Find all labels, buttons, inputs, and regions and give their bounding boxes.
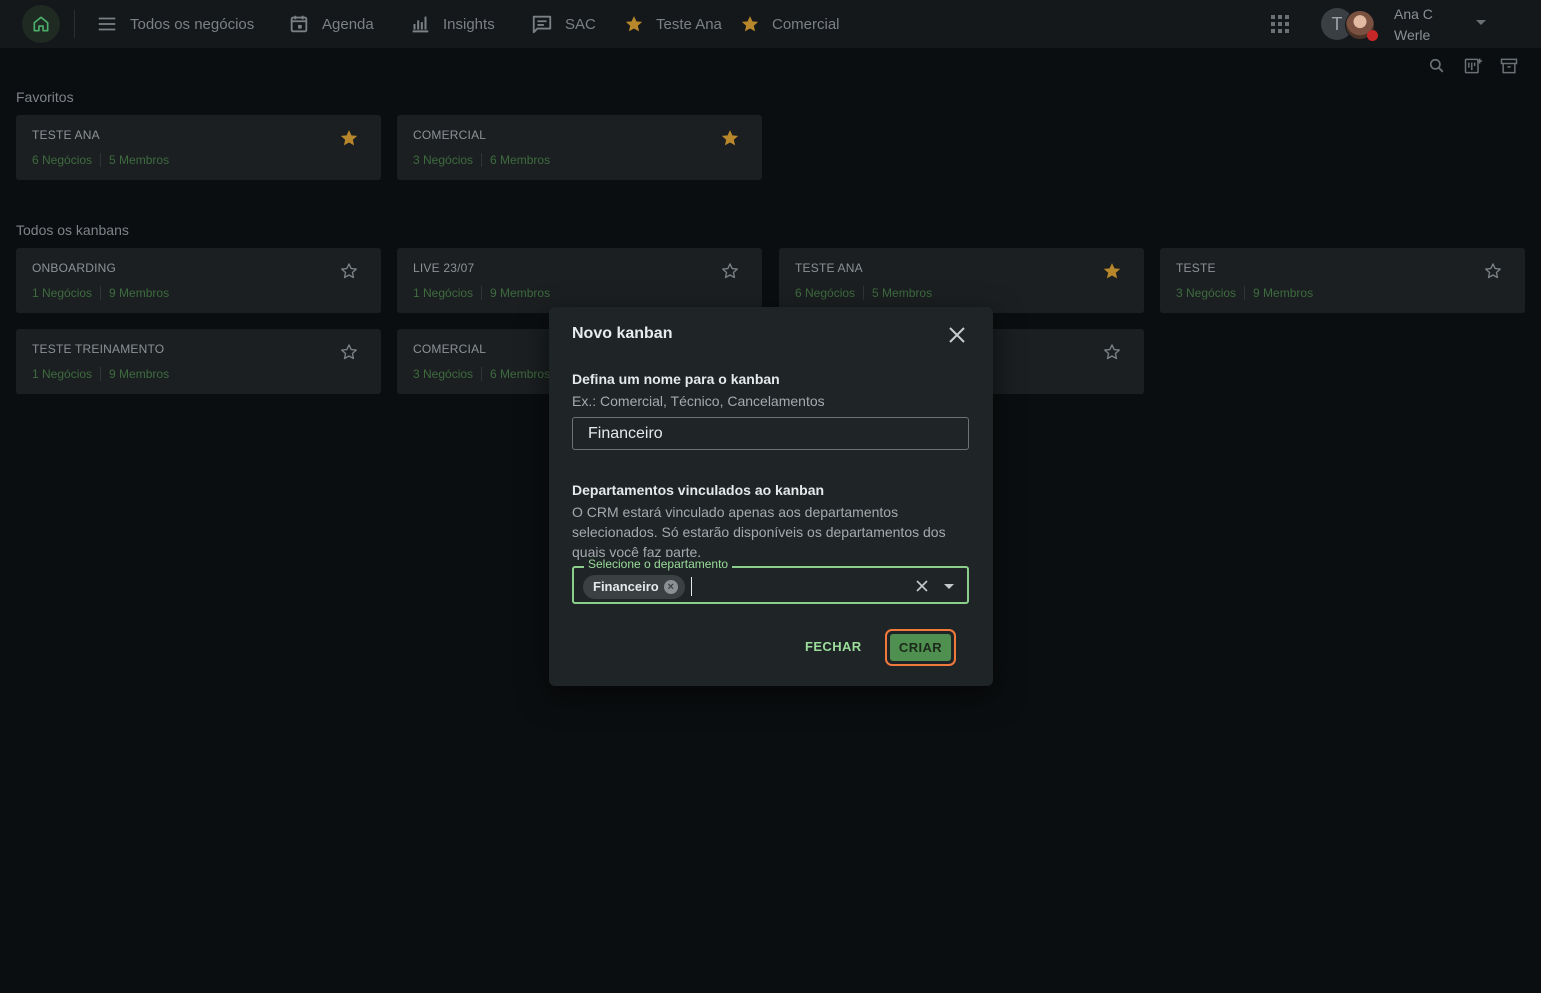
deals-count: 6 Negócios bbox=[32, 153, 93, 167]
star-outline-icon[interactable] bbox=[1483, 261, 1503, 281]
status-indicator bbox=[1367, 30, 1378, 41]
star-filled-icon[interactable] bbox=[720, 128, 740, 148]
members-count: 9 Membros bbox=[1253, 286, 1314, 300]
card-title: COMERCIAL bbox=[413, 128, 487, 142]
nav-label: Insights bbox=[443, 15, 495, 33]
deals-count: 1 Negócios bbox=[32, 286, 93, 300]
kanban-card[interactable]: ONBOARDING 1 Negócios 9 Membros bbox=[16, 248, 381, 313]
all-kanbans-section-title: Todos os kanbans bbox=[16, 222, 129, 238]
star-outline-icon[interactable] bbox=[720, 261, 740, 281]
card-meta: 3 Negócios 6 Membros bbox=[413, 367, 550, 381]
name-field-label: Defina um nome para o kanban bbox=[572, 371, 780, 387]
nav-label: SAC bbox=[565, 15, 596, 33]
dept-field-help: O CRM estará vinculado apenas aos depart… bbox=[572, 504, 946, 560]
home-icon bbox=[33, 16, 49, 32]
favorite-card[interactable]: COMERCIAL 3 Negócios 6 Membros bbox=[397, 115, 762, 180]
chevron-down-icon[interactable] bbox=[1476, 20, 1486, 25]
nav-label: Todos os negócios bbox=[130, 15, 255, 33]
members-count: 5 Membros bbox=[872, 286, 933, 300]
create-button-focus-ring: CRIAR bbox=[885, 629, 956, 666]
card-meta: 1 Negócios 9 Membros bbox=[32, 367, 169, 381]
star-outline-icon[interactable] bbox=[339, 261, 359, 281]
chat-icon bbox=[532, 15, 552, 34]
favorite-card[interactable]: TESTE ANA 6 Negócios 5 Membros bbox=[16, 115, 381, 180]
calendar-icon bbox=[290, 15, 308, 33]
deals-count: 3 Negócios bbox=[1176, 286, 1237, 300]
nav-divider bbox=[74, 10, 75, 38]
deals-count: 1 Negócios bbox=[32, 367, 93, 381]
kanban-card[interactable]: TESTE ANA 6 Negócios 5 Membros bbox=[779, 248, 1144, 313]
card-meta: 3 Negócios 9 Membros bbox=[1176, 286, 1313, 300]
kanban-name-input[interactable] bbox=[572, 417, 969, 450]
members-count: 9 Membros bbox=[109, 286, 170, 300]
favorites-section-title: Favoritos bbox=[16, 89, 74, 105]
members-count: 6 Membros bbox=[490, 367, 551, 381]
members-count: 6 Membros bbox=[490, 153, 551, 167]
nav-favorite-teste-ana[interactable]: Teste Ana bbox=[624, 0, 722, 48]
nav-insights[interactable]: Insights bbox=[409, 0, 495, 48]
nav-agenda[interactable]: Agenda bbox=[288, 0, 374, 48]
nav-label: Agenda bbox=[322, 15, 374, 33]
bar-chart-icon bbox=[412, 16, 429, 33]
card-meta: 1 Negócios 9 Membros bbox=[32, 286, 169, 300]
add-kanban-icon[interactable] bbox=[1463, 56, 1483, 76]
close-icon[interactable] bbox=[945, 323, 969, 347]
card-meta: 6 Negócios 5 Membros bbox=[795, 286, 932, 300]
card-title: LIVE 23/07 bbox=[413, 261, 475, 275]
star-filled-icon[interactable] bbox=[1102, 261, 1122, 281]
nav-all-deals[interactable]: Todos os negócios bbox=[96, 0, 254, 48]
close-button[interactable]: FECHAR bbox=[796, 630, 871, 663]
nav-favorite-comercial[interactable]: Comercial bbox=[740, 0, 840, 48]
card-title: COMERCIAL bbox=[413, 342, 487, 356]
card-title: TESTE ANA bbox=[795, 261, 863, 275]
kanban-card[interactable]: LIVE 23/07 1 Negócios 9 Membros bbox=[397, 248, 762, 313]
star-filled-icon[interactable] bbox=[339, 128, 359, 148]
members-count: 9 Membros bbox=[490, 286, 551, 300]
star-filled-icon bbox=[741, 16, 759, 32]
search-icon[interactable] bbox=[1427, 56, 1447, 76]
create-button[interactable]: CRIAR bbox=[890, 634, 951, 661]
star-outline-icon[interactable] bbox=[339, 342, 359, 362]
apps-grid-icon[interactable] bbox=[1268, 12, 1292, 36]
card-title: TESTE TREINAMENTO bbox=[32, 342, 165, 356]
text-cursor bbox=[691, 577, 692, 596]
dept-field-label: Departamentos vinculados ao kanban bbox=[572, 482, 825, 498]
new-kanban-dialog: Novo kanban Defina um nome para o kanban… bbox=[549, 307, 993, 686]
department-select[interactable]: Selecione o departamento Financeiro × bbox=[572, 557, 969, 604]
star-outline-icon[interactable] bbox=[1102, 342, 1122, 362]
menu-icon bbox=[98, 17, 116, 31]
kanban-card[interactable]: TESTE 3 Negócios 9 Membros bbox=[1160, 248, 1525, 313]
home-button[interactable] bbox=[22, 5, 60, 43]
card-title: TESTE bbox=[1176, 261, 1216, 275]
nav-sac[interactable]: SAC bbox=[531, 0, 596, 48]
name-field-help: Ex.: Comercial, Técnico, Cancelamentos bbox=[572, 393, 825, 409]
chip-remove-icon[interactable]: × bbox=[663, 580, 678, 594]
card-meta: 1 Negócios 9 Membros bbox=[413, 286, 550, 300]
card-meta: 3 Negócios 6 Membros bbox=[413, 153, 550, 167]
user-avatar-group[interactable]: T bbox=[1321, 8, 1381, 42]
nav-label: Teste Ana bbox=[656, 15, 722, 33]
card-title: TESTE ANA bbox=[32, 128, 100, 142]
dialog-title: Novo kanban bbox=[572, 325, 673, 342]
star-filled-icon bbox=[625, 16, 643, 32]
top-navigation-bar: Todos os negócios Agenda Insights SAC Te… bbox=[0, 0, 1541, 48]
members-count: 9 Membros bbox=[109, 367, 170, 381]
deals-count: 3 Negócios bbox=[413, 367, 474, 381]
nav-label: Comercial bbox=[772, 15, 840, 33]
department-chip[interactable]: Financeiro × bbox=[583, 575, 685, 599]
dropdown-arrow-icon[interactable] bbox=[944, 584, 954, 589]
deals-count: 6 Negócios bbox=[795, 286, 856, 300]
chip-label: Financeiro bbox=[593, 579, 659, 594]
archive-icon[interactable] bbox=[1499, 56, 1519, 76]
card-meta: 6 Negócios 5 Membros bbox=[32, 153, 169, 167]
department-select-label: Selecione o departamento bbox=[584, 557, 733, 571]
deals-count: 1 Negócios bbox=[413, 286, 474, 300]
kanban-card[interactable]: TESTE TREINAMENTO 1 Negócios 9 Membros bbox=[16, 329, 381, 394]
deals-count: 3 Negócios bbox=[413, 153, 474, 167]
user-name[interactable]: Ana C Werle bbox=[1394, 4, 1454, 46]
card-title: ONBOARDING bbox=[32, 261, 117, 275]
members-count: 5 Membros bbox=[109, 153, 170, 167]
clear-icon[interactable] bbox=[912, 576, 932, 596]
